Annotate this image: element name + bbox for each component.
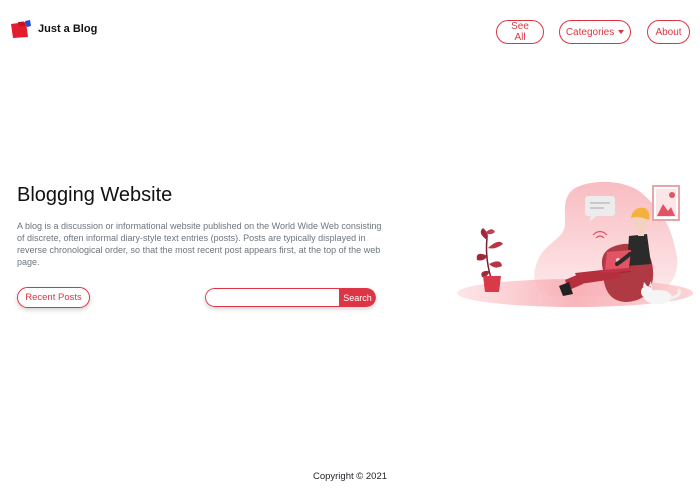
footer: Copyright © 2021 (0, 471, 700, 482)
search-form: Search (205, 288, 376, 307)
search-button-label: Search (343, 292, 372, 303)
brand-link[interactable]: Just a Blog (10, 18, 97, 40)
brand-name: Just a Blog (38, 23, 98, 35)
about-button[interactable]: About (647, 20, 690, 44)
blog-logo-icon (11, 20, 31, 38)
copyright-text: Copyright © 2021 (312, 471, 388, 482)
recent-posts-label: Recent Posts (25, 292, 82, 303)
categories-dropdown-button[interactable]: Categories (559, 20, 631, 44)
hero-title: Blogging Website (17, 184, 173, 206)
categories-label: Categories (565, 26, 615, 38)
navbar: Just a Blog See All Categories About (0, 0, 700, 60)
see-all-button[interactable]: See All (496, 20, 544, 44)
about-label: About (655, 26, 682, 38)
search-button[interactable]: Search (339, 288, 376, 307)
see-all-label: See All (511, 21, 529, 43)
recent-posts-button[interactable]: Recent Posts (17, 287, 90, 308)
person-reading-laptop-illustration (457, 181, 693, 307)
hero-description: A blog is a discussion or informational … (17, 221, 382, 267)
caret-down-icon (618, 30, 625, 34)
search-input[interactable] (205, 288, 339, 307)
